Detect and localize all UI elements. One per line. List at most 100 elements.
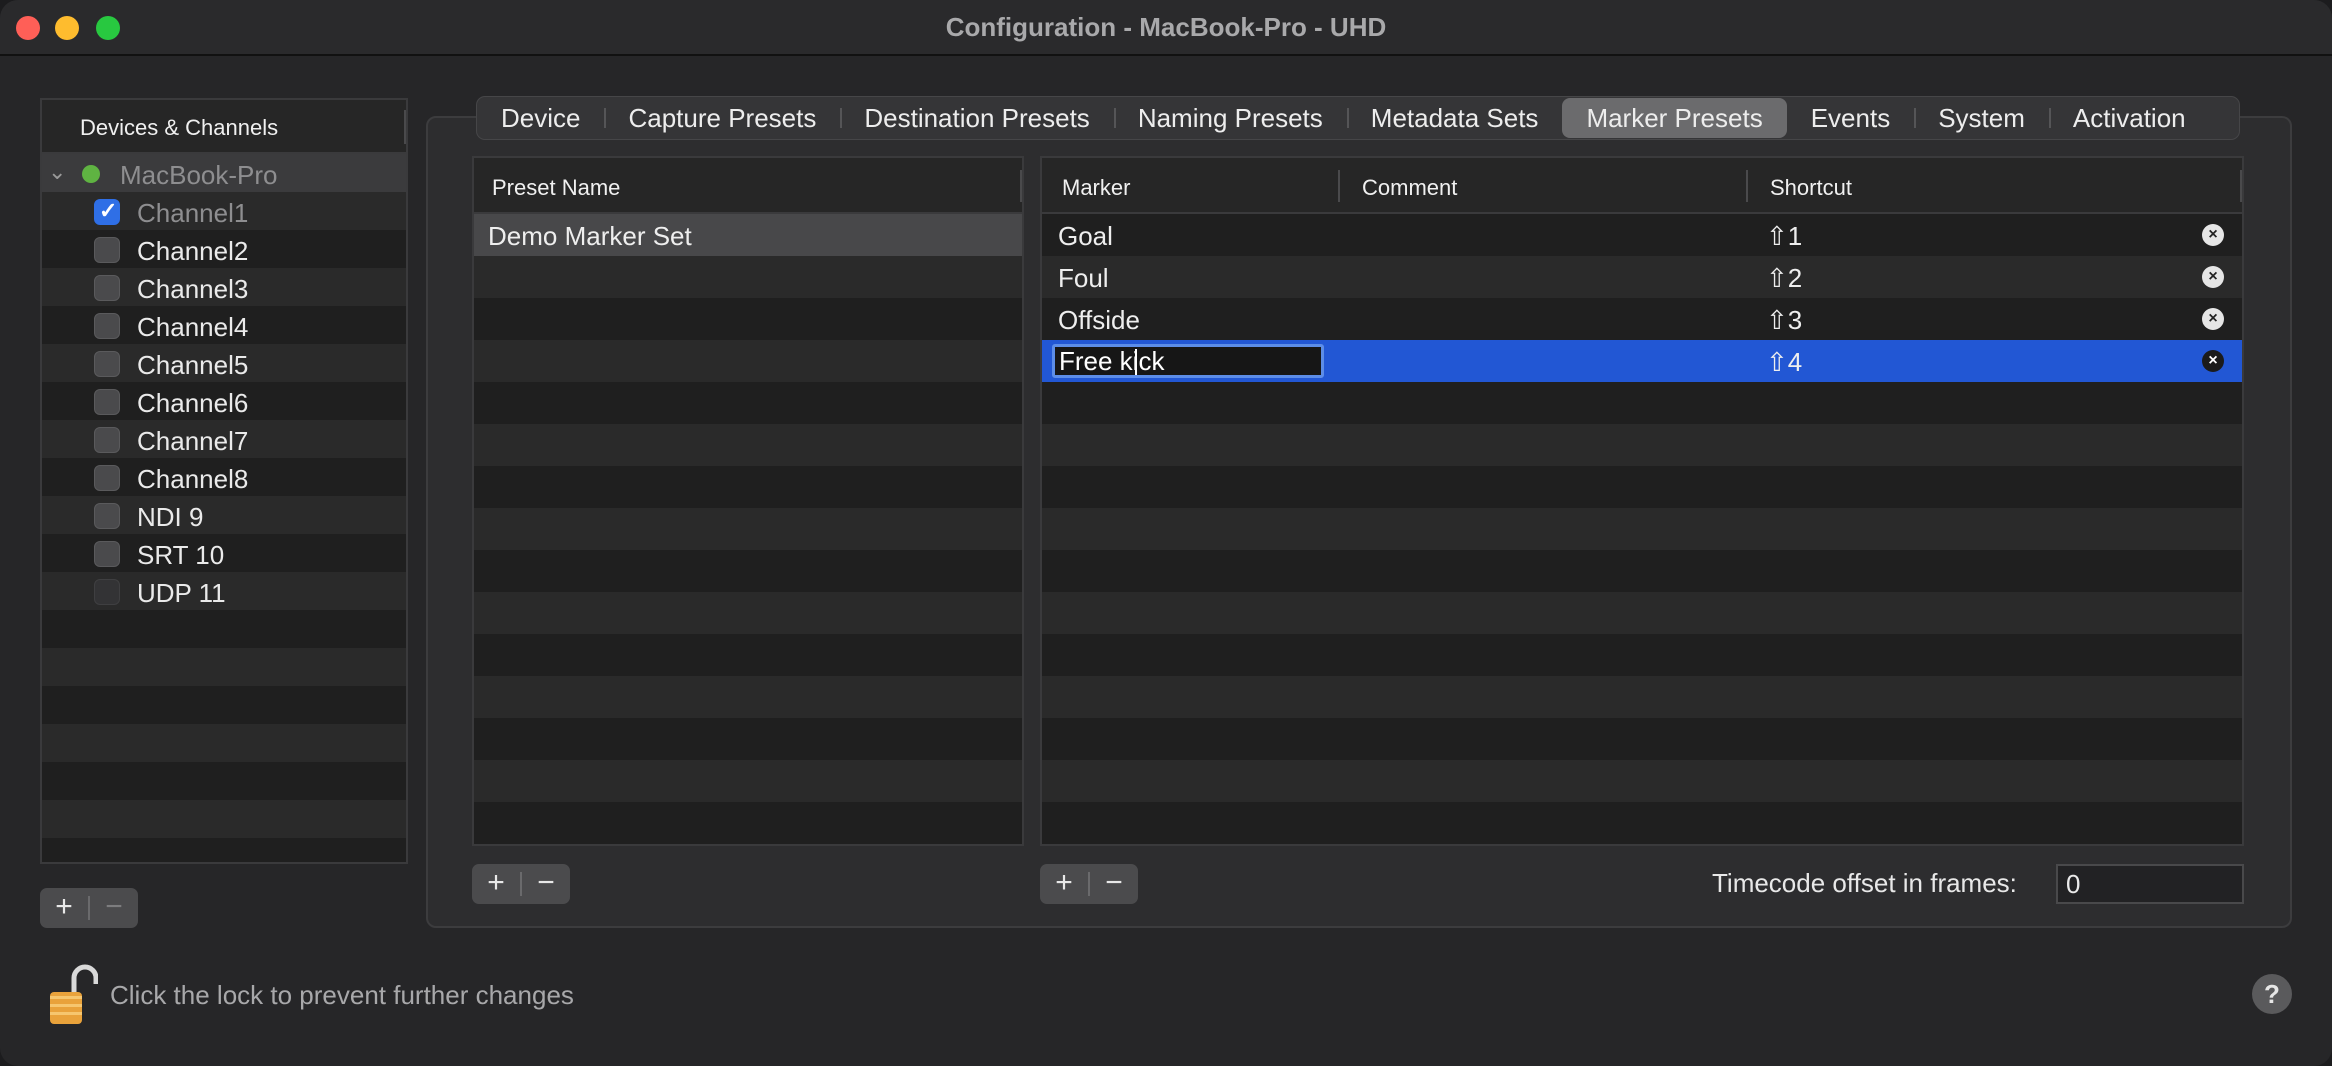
channel-name: SRT 10 <box>137 540 225 570</box>
window-title: Configuration - MacBook-Pro - UHD <box>945 12 1387 42</box>
channel-name: NDI 9 <box>137 502 204 532</box>
channel-checkbox[interactable] <box>94 198 120 225</box>
channel-row[interactable]: Channel6 <box>42 382 406 420</box>
empty-row <box>1042 760 2242 802</box>
channel-row[interactable]: Channel5 <box>42 344 406 382</box>
channel-row[interactable]: NDI 9 <box>42 496 406 534</box>
device-row[interactable]: ⌄ MacBook-Pro <box>42 154 406 192</box>
tab-marker-presets[interactable]: Marker Presets <box>1562 98 1787 138</box>
unlocked-padlock-icon[interactable] <box>48 964 98 1026</box>
marker-shortcut-cell[interactable]: ⇧4 <box>1766 347 1802 378</box>
channel-row[interactable]: Channel7 <box>42 420 406 458</box>
tab-events[interactable]: Events <box>1787 98 1915 138</box>
channel-checkbox[interactable] <box>94 427 120 453</box>
empty-row <box>1042 592 2242 634</box>
delete-marker-icon[interactable]: × <box>2202 224 2224 246</box>
add-channel-button[interactable]: + <box>40 888 88 928</box>
tab-capture-presets[interactable]: Capture Presets <box>604 98 840 138</box>
empty-row <box>1042 466 2242 508</box>
tab-activation[interactable]: Activation <box>2048 98 2210 138</box>
marker-row[interactable]: Offside ⇧3 × <box>1042 298 2242 340</box>
marker-shortcut-cell[interactable]: ⇧3 <box>1766 305 1802 336</box>
lock-message: Click the lock to prevent further change… <box>110 980 574 1010</box>
shortcut-column-header[interactable]: Shortcut <box>1770 175 1852 201</box>
column-divider <box>1338 170 1340 202</box>
marker-row[interactable]: Foul ⇧2 × <box>1042 256 2242 298</box>
chevron-down-icon[interactable]: ⌄ <box>48 159 66 185</box>
marker-name-cell[interactable]: Offside <box>1058 305 1140 336</box>
channel-checkbox[interactable] <box>94 579 120 605</box>
remove-channel-button[interactable]: − <box>90 888 138 928</box>
channel-row[interactable]: UDP 11 <box>42 572 406 610</box>
channel-row[interactable]: Channel2 <box>42 230 406 268</box>
empty-row <box>42 762 406 800</box>
delete-marker-icon[interactable]: × <box>2202 308 2224 330</box>
help-button[interactable]: ? <box>2252 974 2292 1014</box>
empty-row <box>474 382 1022 424</box>
devices-add-remove-control: + − <box>40 888 138 928</box>
empty-row <box>42 838 406 862</box>
empty-row <box>474 550 1022 592</box>
channel-checkbox[interactable] <box>94 541 120 567</box>
channel-checkbox[interactable] <box>94 389 120 415</box>
preset-name-column-header[interactable]: Preset Name <box>492 175 620 201</box>
marker-name-edit-field[interactable]: Free kick <box>1052 344 1324 378</box>
tab-metadata-sets[interactable]: Metadata Sets <box>1346 98 1563 138</box>
column-divider <box>1746 170 1748 202</box>
device-name: MacBook-Pro <box>120 160 278 190</box>
channel-checkbox[interactable] <box>94 313 120 339</box>
channel-row[interactable]: SRT 10 <box>42 534 406 572</box>
marker-shortcut-cell[interactable]: ⇧2 <box>1766 263 1802 294</box>
empty-row <box>42 724 406 762</box>
devices-header: Devices & Channels <box>42 100 406 154</box>
channel-checkbox[interactable] <box>94 237 120 263</box>
column-divider <box>1020 170 1022 202</box>
preset-name-cell: Demo Marker Set <box>488 221 692 251</box>
devices-header-label: Devices & Channels <box>80 115 279 140</box>
add-preset-button[interactable]: + <box>472 864 520 904</box>
empty-row <box>42 800 406 838</box>
channel-name: Channel1 <box>137 198 249 228</box>
channel-name: Channel7 <box>137 426 249 456</box>
timecode-offset-input[interactable]: 0 <box>2056 864 2244 904</box>
channel-checkbox[interactable] <box>94 465 120 491</box>
preset-row[interactable]: Demo Marker Set <box>474 214 1022 256</box>
channel-name: Channel3 <box>137 274 249 304</box>
add-marker-button[interactable]: + <box>1040 864 1088 904</box>
delete-marker-icon[interactable]: × <box>2202 350 2224 372</box>
column-divider <box>2240 170 2242 202</box>
empty-row <box>474 340 1022 382</box>
empty-row <box>1042 424 2242 466</box>
marker-shortcut-cell[interactable]: ⇧1 <box>1766 221 1802 252</box>
tab-system[interactable]: System <box>1914 98 2049 138</box>
channel-name: Channel2 <box>137 236 249 266</box>
channel-row[interactable]: Channel8 <box>42 458 406 496</box>
marker-name-cell[interactable]: Goal <box>1058 221 1113 252</box>
channel-checkbox[interactable] <box>94 503 120 529</box>
marker-column-header[interactable]: Marker <box>1062 175 1130 201</box>
comment-column-header[interactable]: Comment <box>1362 175 1457 201</box>
delete-marker-icon[interactable]: × <box>2202 266 2224 288</box>
tab-device[interactable]: Device <box>477 98 604 138</box>
tab-naming-presets[interactable]: Naming Presets <box>1113 98 1347 138</box>
channel-checkbox[interactable] <box>94 351 120 377</box>
tab-destination-presets[interactable]: Destination Presets <box>840 98 1113 138</box>
preset-rows: Demo Marker Set <box>474 214 1022 844</box>
marker-row[interactable]: Goal ⇧1 × <box>1042 214 2242 256</box>
channel-row[interactable]: Channel3 <box>42 268 406 306</box>
empty-row <box>474 802 1022 844</box>
empty-row <box>1042 634 2242 676</box>
empty-row <box>42 648 406 686</box>
marker-table-header: Marker Comment Shortcut <box>1042 158 2242 214</box>
marker-row[interactable]: Free kick ⇧4 × <box>1042 340 2242 382</box>
channel-row[interactable]: Channel1 <box>42 192 406 230</box>
remove-marker-button[interactable]: − <box>1090 864 1138 904</box>
channel-name: Channel5 <box>137 350 249 380</box>
marker-name-cell[interactable]: Foul <box>1058 263 1109 294</box>
channel-row[interactable]: Channel4 <box>42 306 406 344</box>
preset-table-header: Preset Name <box>474 158 1022 214</box>
channel-checkbox[interactable] <box>94 275 120 301</box>
empty-row <box>474 760 1022 802</box>
empty-row <box>1042 802 2242 844</box>
remove-preset-button[interactable]: − <box>522 864 570 904</box>
